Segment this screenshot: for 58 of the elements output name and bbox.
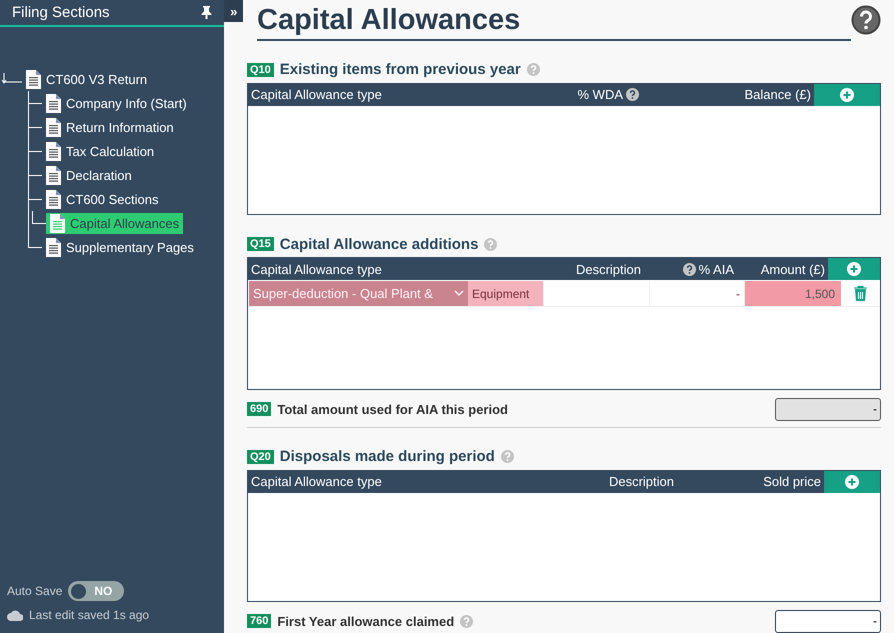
amount-field[interactable]: - (775, 610, 881, 633)
question-badge: Q10 (247, 62, 274, 77)
pin-icon[interactable] (201, 6, 212, 19)
tree-item[interactable]: Declaration (42, 164, 136, 186)
add-row-button[interactable] (824, 470, 880, 493)
trash-icon (854, 286, 867, 302)
page-title: Capital Allowances (257, 4, 851, 41)
column-header: Description (608, 474, 674, 490)
section-title: Capital Allowance additions (280, 236, 478, 253)
document-icon (46, 94, 61, 112)
help-icon[interactable] (851, 5, 881, 35)
line-badge: 690 (247, 402, 272, 416)
question-badge: Q20 (247, 450, 274, 464)
line-badge: 760 (247, 614, 272, 628)
amount-field[interactable]: - (775, 398, 881, 421)
help-icon[interactable] (626, 88, 639, 102)
document-icon (26, 70, 41, 88)
field-label: First Year allowance claimed (277, 614, 454, 629)
tree-item[interactable]: Supplementary Pages (42, 236, 198, 258)
column-header: Amount (£) (760, 262, 825, 277)
field-label: Total amount used for AIA this period (277, 402, 508, 417)
document-icon (46, 190, 61, 208)
tree-item[interactable]: CT600 V3 Return (22, 68, 152, 90)
last-saved-text: Last edit saved 1s ago (29, 608, 150, 622)
column-header: % AIA (698, 262, 734, 277)
column-header: Capital Allowance type (251, 474, 382, 490)
column-header: Balance (£) (744, 87, 811, 102)
column-header: Description (576, 262, 641, 277)
auto-save-label: Auto Save (7, 584, 62, 598)
plus-icon (845, 474, 859, 489)
collapse-button[interactable]: » (224, 0, 243, 22)
help-icon[interactable] (682, 262, 696, 276)
expand-icon[interactable] (0, 73, 22, 85)
section-title: Disposals made during period (280, 448, 495, 466)
cloud-icon (7, 610, 23, 620)
plus-icon (847, 262, 861, 276)
tree-item[interactable]: Return Information (42, 116, 178, 138)
chevron-down-icon (454, 290, 464, 298)
document-icon (46, 142, 61, 160)
tree-item[interactable]: Tax Calculation (42, 140, 158, 162)
document-icon (46, 166, 61, 184)
column-header: Capital Allowance type (251, 87, 382, 102)
document-icon (46, 118, 61, 136)
tree-item[interactable]: Company Info (Start) (42, 92, 191, 114)
section-title: Existing items from previous year (280, 61, 521, 78)
tree-item[interactable]: Capital Allowances (46, 212, 184, 234)
description-field[interactable]: Equipment (468, 281, 544, 306)
document-icon (46, 238, 61, 256)
column-header: Sold price (763, 474, 821, 490)
amount-field[interactable]: 1,500 (745, 281, 841, 306)
plus-icon (840, 88, 854, 102)
question-badge: Q15 (247, 237, 274, 252)
document-icon (50, 214, 65, 232)
column-header: % WDA (578, 87, 623, 102)
tree-item[interactable]: CT600 Sections (42, 188, 162, 210)
column-header: Capital Allowance type (251, 262, 382, 277)
add-row-button[interactable] (814, 84, 880, 106)
sidebar-title: Filing Sections (12, 4, 110, 21)
